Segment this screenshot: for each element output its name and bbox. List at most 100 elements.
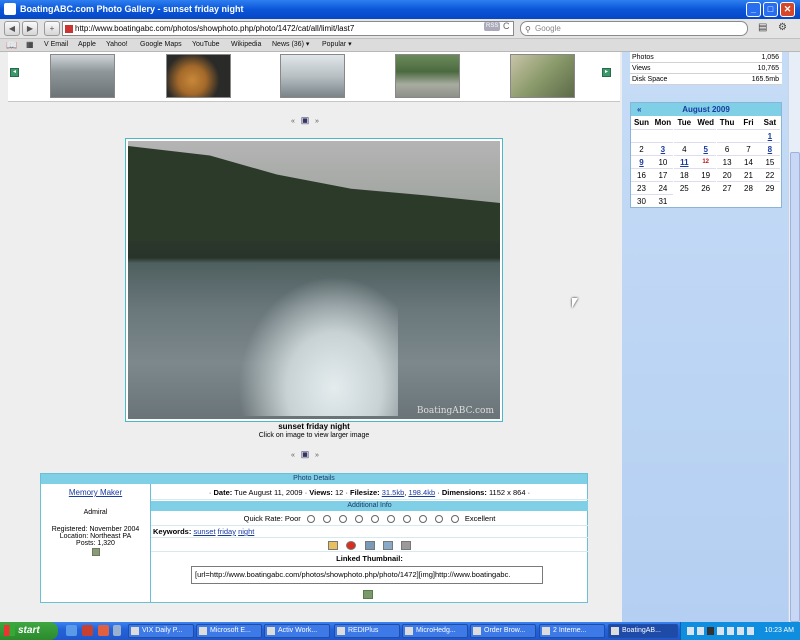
calendar-day-link[interactable]: 8 <box>759 142 781 155</box>
main-photo-image[interactable]: BoatingABC.com <box>128 141 500 419</box>
prev-thumbs-arrow-icon[interactable]: ◂ <box>10 68 19 77</box>
bookmark-google-maps[interactable]: Google Maps <box>140 39 182 51</box>
uploader-name-link[interactable]: Memory Maker <box>41 488 150 497</box>
main-photo[interactable]: BoatingABC.com <box>125 138 503 422</box>
keyword-sunset[interactable]: sunset <box>193 527 215 536</box>
thumbnail-1[interactable] <box>50 54 115 98</box>
quick-rate-radio[interactable] <box>418 515 427 524</box>
date-label: Date: <box>213 488 233 497</box>
quick-rate-radio[interactable] <box>338 515 347 524</box>
stat-disk-label: Disk Space <box>632 76 668 83</box>
bookmark-wikipedia[interactable]: Wikipedia <box>231 39 261 51</box>
bookmark-news[interactable]: News (36) ▾ <box>272 39 309 51</box>
add-favorite-icon[interactable] <box>328 540 339 550</box>
user-profile-icon[interactable] <box>91 548 100 556</box>
url-field[interactable]: http://www.boatingabc.com/photos/showpho… <box>62 21 514 36</box>
photo-tools-row <box>151 538 588 552</box>
task-label: VIX Daily P... <box>142 627 183 634</box>
calendar-day-link[interactable]: 9 <box>631 155 652 168</box>
prev-photo-bottom-icon[interactable]: « <box>288 451 298 461</box>
start-button[interactable]: start <box>0 622 58 640</box>
quick-rate-radio[interactable] <box>386 515 395 524</box>
back-button[interactable]: ◀ <box>4 21 20 36</box>
page-menu-button[interactable]: ▤ <box>758 22 767 33</box>
rss-button[interactable]: RSS <box>484 22 501 31</box>
bookmark-yahoo[interactable]: Yahoo! <box>106 39 128 51</box>
calendar-prev-month-button[interactable]: « <box>637 103 641 116</box>
calendar-day-link[interactable]: 11 <box>673 155 695 168</box>
linked-thumbnail-code-field[interactable]: [url=http://www.boatingabc.com/photos/sh… <box>191 566 543 584</box>
book-icon[interactable]: 📖 <box>6 39 17 51</box>
send-ecard-icon[interactable] <box>364 540 375 550</box>
app-quicklaunch-icon-1[interactable] <box>82 625 93 636</box>
thumbnail-2[interactable] <box>166 54 231 98</box>
report-photo-icon[interactable] <box>346 540 357 550</box>
scrollbar-thumb[interactable] <box>790 152 800 622</box>
bookmarks-bar: 📖 ▦ V Email Apple Yahoo! Google Maps You… <box>0 39 800 52</box>
calendar-day-link[interactable]: 3 <box>652 142 674 155</box>
bookmark-popular[interactable]: Popular ▾ <box>322 39 352 51</box>
quick-rate-radio[interactable] <box>434 515 443 524</box>
taskbar-task[interactable]: MicroHedg... <box>402 624 468 638</box>
keyword-night[interactable]: night <box>238 527 254 536</box>
tray-icon-1[interactable] <box>687 627 694 635</box>
keyword-friday[interactable]: friday <box>218 527 236 536</box>
minimize-button[interactable]: _ <box>746 2 761 17</box>
gallery-index-icon[interactable]: ▣ <box>300 115 310 125</box>
page-content: ◂ ▸ « ▣ » BoatingABC.com sunset friday n… <box>0 52 622 622</box>
tray-icon-4[interactable] <box>717 627 724 635</box>
quick-rate-radio[interactable] <box>354 515 363 524</box>
reload-button[interactable]: C <box>503 21 510 31</box>
quick-rate-radio[interactable] <box>322 515 331 524</box>
window-title-bar[interactable]: BoatingABC.com Photo Gallery - sunset fr… <box>0 0 800 19</box>
tray-icon-3[interactable] <box>707 627 714 635</box>
uploader-posts: Posts: 1,320 <box>76 540 115 547</box>
email-photo-icon[interactable] <box>382 540 393 550</box>
grid-icon[interactable]: ▦ <box>26 39 34 51</box>
acrobat-quicklaunch-icon[interactable] <box>98 625 109 636</box>
tray-icon-5[interactable] <box>727 627 734 635</box>
photo-details-panel: Photo Details Memory Maker Admiral Regis… <box>40 473 588 603</box>
quicklaunch-expand-icon[interactable] <box>113 625 121 636</box>
quick-rate-radio[interactable] <box>402 515 411 524</box>
volume-icon[interactable] <box>737 627 744 635</box>
taskbar-task[interactable]: REDIPlus <box>334 624 400 638</box>
maximize-button[interactable]: □ <box>763 2 778 17</box>
tray-icon-2[interactable] <box>697 627 704 635</box>
next-photo-bottom-icon[interactable]: » <box>312 451 322 461</box>
next-photo-icon[interactable]: » <box>312 117 322 127</box>
filesize-large-link[interactable]: 198.4kb <box>408 488 435 497</box>
thumbnail-preview-icon[interactable] <box>363 590 373 599</box>
taskbar-task[interactable]: 2 Interne... <box>539 624 605 638</box>
thumbnail-3[interactable] <box>280 54 345 98</box>
taskbar-task[interactable]: VIX Daily P... <box>128 624 194 638</box>
taskbar-task[interactable]: Microsoft E... <box>196 624 262 638</box>
prev-photo-icon[interactable]: « <box>288 117 298 127</box>
calendar-day-link[interactable]: 1 <box>759 129 781 142</box>
gallery-index-bottom-icon[interactable]: ▣ <box>300 449 310 459</box>
forward-button[interactable]: ▶ <box>22 21 38 36</box>
print-photo-icon[interactable] <box>400 540 411 550</box>
search-input[interactable]: ⚲ Google <box>520 21 748 36</box>
next-thumbs-arrow-icon[interactable]: ▸ <box>602 68 611 77</box>
quick-rate-radio[interactable] <box>450 515 459 524</box>
quick-rate-radio[interactable] <box>306 515 315 524</box>
quick-rate-radio[interactable] <box>370 515 379 524</box>
vertical-scrollbar[interactable] <box>788 52 800 622</box>
thumbnail-4[interactable] <box>395 54 460 98</box>
bookmark-apple[interactable]: Apple <box>78 39 96 51</box>
taskbar-task[interactable]: Activ Work... <box>264 624 330 638</box>
filesize-small-link[interactable]: 31.5kb <box>382 488 405 497</box>
bookmark-youtube[interactable]: YouTube <box>192 39 220 51</box>
bookmark-v-email[interactable]: V Email <box>44 39 68 51</box>
add-bookmark-button[interactable]: + <box>44 21 60 36</box>
thumbnail-5[interactable] <box>510 54 575 98</box>
network-icon[interactable] <box>747 627 754 635</box>
settings-menu-button[interactable]: ⚙ <box>778 22 787 33</box>
photo-meta-row: · Date: Tue August 11, 2009 · Views: 12 … <box>151 486 588 500</box>
close-button[interactable]: ✕ <box>780 2 795 17</box>
taskbar-task[interactable]: Order Brow... <box>470 624 536 638</box>
calendar-day-link[interactable]: 5 <box>695 142 717 155</box>
ie-quicklaunch-icon[interactable] <box>66 625 77 636</box>
taskbar-task[interactable]: BoatingAB... <box>608 624 678 638</box>
